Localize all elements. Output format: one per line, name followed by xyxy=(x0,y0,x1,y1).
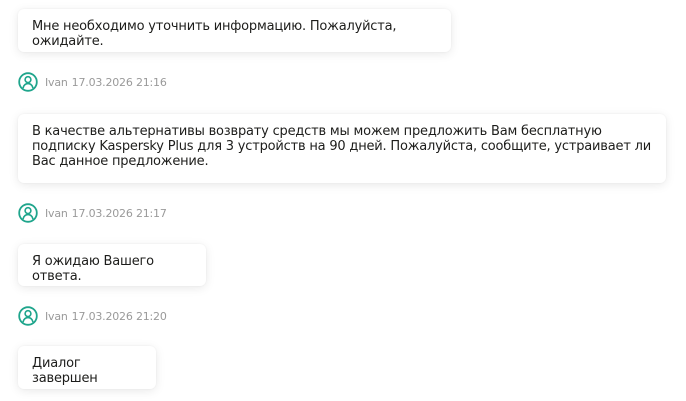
user-avatar-icon xyxy=(18,72,38,92)
message-text: В качестве альтернативы возврату средств… xyxy=(32,124,651,169)
message-timestamp: 17.03.2026 21:17 xyxy=(71,206,167,220)
message-text: Я ожидаю Вашего ответа. xyxy=(32,254,154,284)
message-meta: Ivan 17.03.2026 21:16 xyxy=(18,72,167,92)
message-timestamp: 17.03.2026 21:16 xyxy=(71,75,167,89)
message-bubble: Диалог завершен xyxy=(18,346,156,389)
user-avatar-icon xyxy=(18,203,38,223)
message-meta-text: Ivan 17.03.2026 21:20 xyxy=(45,310,167,323)
message-meta: Ivan 17.03.2026 21:17 xyxy=(18,203,167,223)
message-timestamp: 17.03.2026 21:20 xyxy=(71,309,167,323)
author-name: Ivan xyxy=(45,75,68,89)
author-name: Ivan xyxy=(45,206,68,220)
message-meta: Ivan 17.03.2026 21:20 xyxy=(18,306,167,326)
author-name: Ivan xyxy=(45,309,68,323)
message-bubble: Я ожидаю Вашего ответа. xyxy=(18,244,206,286)
message-meta-text: Ivan 17.03.2026 21:17 xyxy=(45,207,167,220)
user-avatar-icon xyxy=(18,306,38,326)
message-text: Мне необходимо уточнить информацию. Пожа… xyxy=(32,19,397,49)
chat-transcript: Мне необходимо уточнить информацию. Пожа… xyxy=(0,0,686,401)
message-meta-text: Ivan 17.03.2026 21:16 xyxy=(45,76,167,89)
message-bubble: Мне необходимо уточнить информацию. Пожа… xyxy=(18,9,451,52)
message-bubble: В качестве альтернативы возврату средств… xyxy=(18,114,666,183)
message-text: Диалог завершен xyxy=(32,356,98,386)
